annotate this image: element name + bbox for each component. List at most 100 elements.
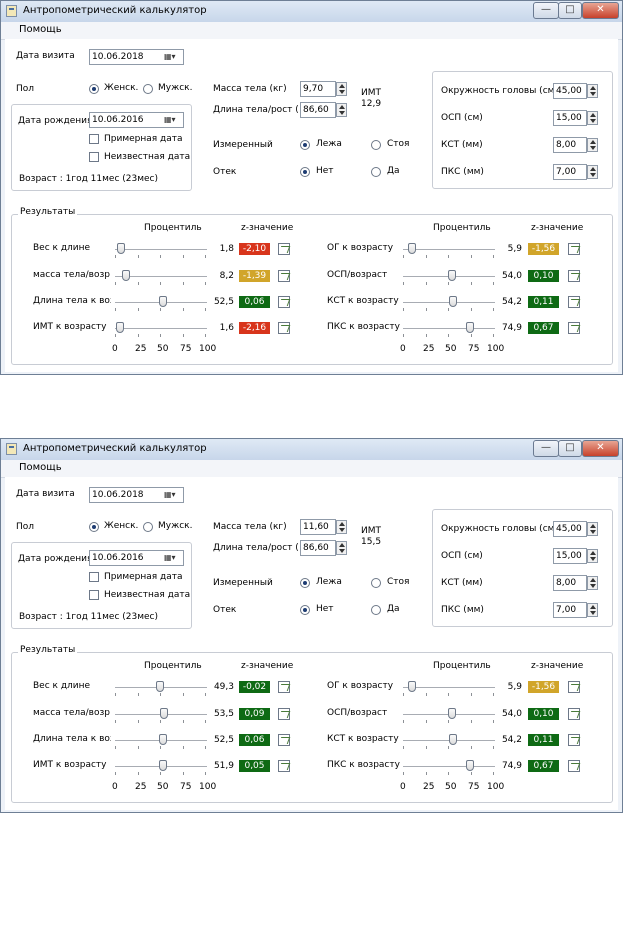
kst-input[interactable]: 8,00 [553, 137, 587, 153]
close-button[interactable]: ✕ [582, 440, 619, 457]
approx-date-checkbox[interactable] [89, 572, 99, 582]
growth-chart-icon[interactable] [568, 243, 580, 255]
percentile-slider-thumb[interactable] [466, 322, 474, 333]
percentile-slider-thumb[interactable] [408, 243, 416, 254]
pks-spinner[interactable] [587, 165, 598, 179]
growth-chart-icon[interactable] [568, 270, 580, 282]
mass-spinner[interactable] [336, 520, 347, 534]
unknown-date-checkbox[interactable] [89, 152, 99, 162]
edema-yes-radio[interactable] [371, 605, 381, 615]
head-circ-spinner[interactable] [587, 84, 598, 98]
osp-input[interactable]: 15,00 [553, 548, 587, 564]
zscore-badge: 0,11 [528, 734, 559, 746]
growth-chart-icon[interactable] [278, 270, 290, 282]
percentile-slider-thumb[interactable] [159, 760, 167, 771]
standing-radio[interactable] [371, 578, 381, 588]
edema-no-radio[interactable] [300, 167, 310, 177]
menu-help[interactable]: Помощь [19, 24, 62, 35]
kst-spinner[interactable] [587, 576, 598, 590]
standing-radio[interactable] [371, 140, 381, 150]
title-bar[interactable]: Антропометрический калькулятор — □ ✕ [1, 1, 622, 22]
mass-input[interactable]: 11,60 [300, 519, 336, 535]
visit-date-picker[interactable]: 10.06.2018 ▦▾ [89, 49, 184, 65]
head-circ-input[interactable]: 45,00 [553, 83, 587, 99]
pks-input[interactable]: 7,00 [553, 602, 587, 618]
maximize-button[interactable]: □ [558, 2, 582, 19]
length-input[interactable]: 86,60 [300, 540, 336, 556]
percentile-slider-thumb[interactable] [160, 708, 168, 719]
slider-tick [160, 772, 161, 775]
calendar-dropdown-icon[interactable]: ▦▾ [164, 51, 181, 63]
slider-tick [205, 720, 206, 723]
growth-chart-icon[interactable] [278, 681, 290, 693]
minimize-button[interactable]: — [533, 2, 559, 19]
percentile-slider-thumb[interactable] [117, 243, 125, 254]
kst-spinner[interactable] [587, 138, 598, 152]
mass-input[interactable]: 9,70 [300, 81, 336, 97]
scale-label: 50 [445, 782, 457, 792]
birth-date-picker[interactable]: 10.06.2016 ▦▾ [89, 112, 184, 128]
osp-input[interactable]: 15,00 [553, 110, 587, 126]
bmi-label: ИМТ [361, 526, 381, 536]
female-radio[interactable] [89, 522, 99, 532]
percentile-slider-thumb[interactable] [408, 681, 416, 692]
growth-chart-icon[interactable] [278, 708, 290, 720]
growth-chart-icon[interactable] [278, 734, 290, 746]
percentile-slider-thumb[interactable] [449, 734, 457, 745]
minimize-button[interactable]: — [533, 440, 559, 457]
unknown-date-checkbox[interactable] [89, 590, 99, 600]
growth-chart-icon[interactable] [568, 322, 580, 334]
edema-yes-radio[interactable] [371, 167, 381, 177]
visit-date-picker[interactable]: 10.06.2018 ▦▾ [89, 487, 184, 503]
approx-date-checkbox[interactable] [89, 134, 99, 144]
mass-spinner[interactable] [336, 82, 347, 96]
pks-input[interactable]: 7,00 [553, 164, 587, 180]
close-button[interactable]: ✕ [582, 2, 619, 19]
growth-chart-icon[interactable] [568, 734, 580, 746]
lying-radio[interactable] [300, 578, 310, 588]
scale-label: 25 [135, 344, 147, 354]
percentile-slider-thumb[interactable] [449, 296, 457, 307]
growth-chart-icon[interactable] [568, 708, 580, 720]
percentile-slider-thumb[interactable] [466, 760, 474, 771]
lying-radio[interactable] [300, 140, 310, 150]
growth-chart-icon[interactable] [278, 760, 290, 772]
percentile-slider-thumb[interactable] [448, 270, 456, 281]
length-spinner[interactable] [336, 103, 347, 117]
percentile-slider-thumb[interactable] [448, 708, 456, 719]
osp-spinner[interactable] [587, 111, 598, 125]
percentile-slider-thumb[interactable] [116, 322, 124, 333]
length-input[interactable]: 86,60 [300, 102, 336, 118]
percentile-slider-thumb[interactable] [159, 296, 167, 307]
pks-spinner[interactable] [587, 603, 598, 617]
percentile-slider-thumb[interactable] [156, 681, 164, 692]
length-spinner[interactable] [336, 541, 347, 555]
kst-input[interactable]: 8,00 [553, 575, 587, 591]
calendar-dropdown-icon[interactable]: ▦▾ [164, 114, 181, 126]
growth-chart-icon[interactable] [568, 760, 580, 772]
calendar-dropdown-icon[interactable]: ▦▾ [164, 489, 181, 501]
male-radio[interactable] [143, 522, 153, 532]
growth-chart-icon[interactable] [278, 296, 290, 308]
percentile-slider-thumb[interactable] [159, 734, 167, 745]
menu-bar: Помощь [1, 22, 622, 40]
osp-spinner[interactable] [587, 549, 598, 563]
growth-chart-icon[interactable] [278, 322, 290, 334]
result-label: КСТ к возрасту [327, 734, 399, 744]
female-radio[interactable] [89, 84, 99, 94]
growth-chart-icon[interactable] [568, 296, 580, 308]
birth-date-picker[interactable]: 10.06.2016 ▦▾ [89, 550, 184, 566]
menu-help[interactable]: Помощь [19, 462, 62, 473]
percentile-value: 51,9 [213, 761, 234, 771]
calendar-dropdown-icon[interactable]: ▦▾ [164, 552, 181, 564]
head-circ-spinner[interactable] [587, 522, 598, 536]
maximize-button[interactable]: □ [558, 440, 582, 457]
head-circ-input[interactable]: 45,00 [553, 521, 587, 537]
male-radio[interactable] [143, 84, 153, 94]
male-label: Мужск. [158, 83, 193, 93]
growth-chart-icon[interactable] [568, 681, 580, 693]
edema-no-radio[interactable] [300, 605, 310, 615]
growth-chart-icon[interactable] [278, 243, 290, 255]
percentile-slider-thumb[interactable] [122, 270, 130, 281]
title-bar[interactable]: Антропометрический калькулятор — □ ✕ [1, 439, 622, 460]
